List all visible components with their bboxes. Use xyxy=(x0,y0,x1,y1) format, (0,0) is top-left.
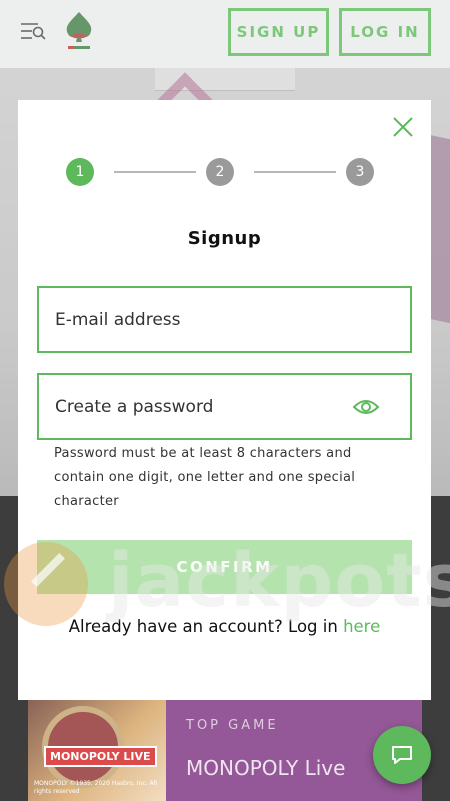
step-1: 1 xyxy=(66,158,94,186)
password-hint: Password must be at least 8 characters a… xyxy=(54,446,356,509)
modal-title: Signup xyxy=(187,228,262,249)
email-field[interactable] xyxy=(37,286,412,353)
close-icon[interactable] xyxy=(392,116,414,138)
eye-icon[interactable] xyxy=(352,397,380,417)
login-prompt: Already have an account? Log in here xyxy=(18,617,431,636)
step-3: 3 xyxy=(346,158,374,186)
password-field[interactable] xyxy=(37,373,412,440)
chat-button[interactable] xyxy=(373,726,431,784)
login-here-link[interactable]: here xyxy=(343,617,380,636)
login-prompt-text: Already have an account? Log in xyxy=(68,617,344,636)
signup-stepper: 1 2 3 xyxy=(66,158,374,186)
step-connector xyxy=(114,171,196,173)
chat-icon xyxy=(392,746,412,764)
step-connector xyxy=(254,171,336,173)
email-input[interactable] xyxy=(39,288,410,351)
signup-modal: 1 2 3 Signup Password must be at least 8… xyxy=(18,100,431,700)
confirm-button[interactable]: CONFIRM xyxy=(37,540,412,594)
step-2: 2 xyxy=(206,158,234,186)
